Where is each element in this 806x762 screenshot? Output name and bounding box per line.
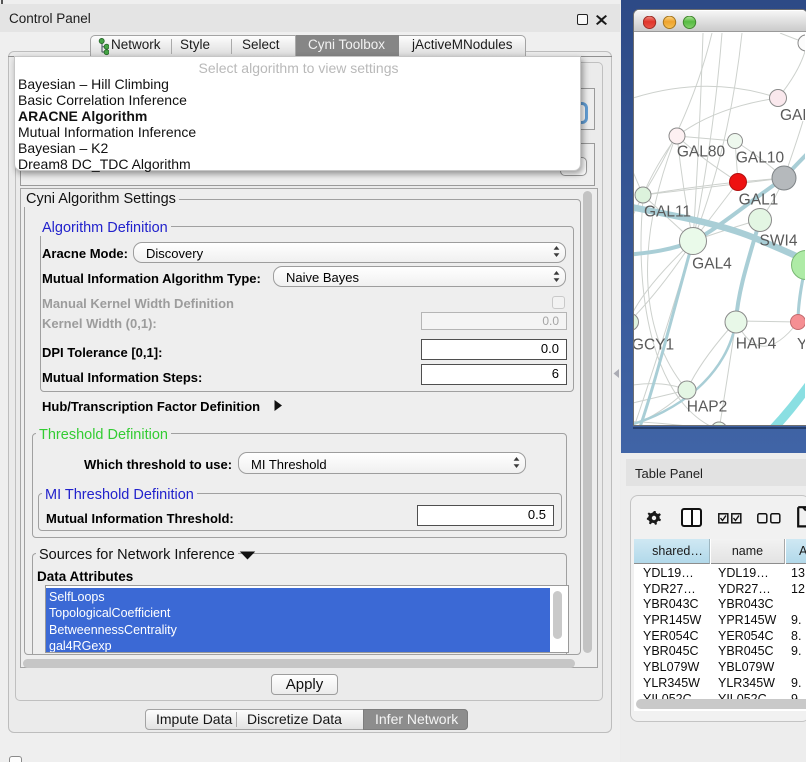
svg-text:HAP2: HAP2 [687, 399, 728, 416]
svg-text:GAL7: GAL7 [780, 107, 805, 124]
svg-text:HAP4: HAP4 [736, 336, 777, 353]
svg-text:GAL4: GAL4 [692, 256, 732, 273]
svg-text:GAL1: GAL1 [739, 192, 779, 209]
svg-text:YP: YP [797, 336, 805, 353]
svg-text:GCY1: GCY1 [634, 337, 674, 354]
svg-text:GAL11: GAL11 [644, 204, 691, 221]
svg-text:GAL10: GAL10 [736, 150, 785, 167]
svg-text:GAL80: GAL80 [677, 144, 726, 161]
svg-text:SWI4: SWI4 [760, 233, 798, 250]
